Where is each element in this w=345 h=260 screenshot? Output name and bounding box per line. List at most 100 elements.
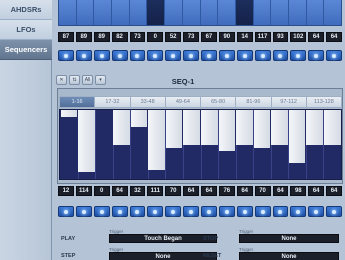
tab-range-49-64[interactable]: 49-64 — [165, 96, 201, 108]
step-bar[interactable] — [288, 110, 306, 164]
step-toggle-button[interactable] — [272, 206, 289, 217]
envelope-cell[interactable] — [94, 0, 113, 25]
step-toggle-button[interactable] — [129, 50, 146, 61]
reset-trigger-select[interactable]: None — [239, 252, 339, 260]
envelope-cell[interactable] — [147, 0, 166, 25]
step-toggle-button[interactable] — [308, 50, 325, 61]
step-toggle-button[interactable] — [326, 206, 342, 217]
step-toggle-button[interactable] — [218, 206, 235, 217]
stop-trigger-select[interactable]: None — [239, 234, 339, 243]
envelope-value: 87 — [58, 32, 74, 42]
step-toggle-button[interactable] — [58, 206, 74, 217]
step-value: 32 — [129, 186, 146, 196]
envelope-cell[interactable] — [218, 0, 236, 25]
step-bar[interactable] — [201, 110, 218, 145]
envelope-value: 64 — [308, 32, 325, 42]
envelope-cell[interactable] — [306, 0, 325, 25]
step-toggle-button[interactable] — [129, 206, 146, 217]
envelope-step-buttons — [58, 50, 342, 61]
step-toggle-button[interactable] — [58, 50, 74, 61]
step-toggle-button[interactable] — [111, 50, 128, 61]
tab-range-65-80[interactable]: 65-80 — [201, 96, 237, 108]
envelope-cell[interactable] — [76, 0, 95, 25]
tab-range-33-48[interactable]: 33-48 — [130, 96, 166, 108]
step-grid[interactable] — [59, 109, 342, 180]
step-toggle-button[interactable] — [254, 50, 271, 61]
tab-range-17-32[interactable]: 17-32 — [95, 96, 131, 108]
envelope-value-row: 87 89 89 82 73 0 52 73 67 90 14 117 93 102 64 64 — [58, 32, 342, 42]
step-toggle-button[interactable] — [111, 206, 128, 217]
envelope-cell[interactable] — [200, 0, 219, 25]
step-bar[interactable] — [60, 110, 78, 117]
step-toggle-button[interactable] — [308, 206, 325, 217]
envelope-cell[interactable] — [112, 0, 130, 25]
step-toggle-button[interactable] — [183, 50, 199, 61]
step-toggle-button[interactable] — [147, 50, 164, 61]
sidebar-item-lfos[interactable]: LFOs — [0, 20, 52, 40]
envelope-strip[interactable] — [58, 0, 342, 26]
step-bar[interactable] — [165, 110, 183, 149]
step-bar[interactable] — [323, 110, 341, 145]
envelope-cell[interactable] — [129, 0, 148, 25]
step-toggle-button[interactable] — [165, 50, 182, 61]
step-toggle-button[interactable] — [290, 50, 307, 61]
step-value: 64 — [183, 186, 199, 196]
step-toggle-button[interactable] — [93, 206, 110, 217]
sidebar-item-sequencers[interactable]: Sequencers — [0, 40, 52, 60]
step-toggle-button[interactable] — [290, 206, 307, 217]
envelope-value: 0 — [147, 32, 164, 42]
step-bar[interactable] — [148, 110, 165, 171]
tab-range-1-16[interactable]: 1-16 — [59, 96, 96, 108]
tab-range-113-128[interactable]: 113-128 — [306, 96, 342, 108]
envelope-cell[interactable] — [253, 0, 272, 25]
step-toggle-button[interactable] — [75, 50, 92, 61]
step-trigger-select[interactable]: None — [109, 252, 217, 260]
envelope-cell[interactable] — [182, 0, 201, 25]
step-value: 64 — [236, 186, 253, 196]
dropdown-icon[interactable]: ▾ — [95, 75, 106, 85]
step-toggle-button[interactable] — [236, 206, 253, 217]
step-toggle-button[interactable] — [236, 50, 253, 61]
step-toggle-button[interactable] — [93, 50, 110, 61]
step-toggle-button[interactable] — [201, 206, 217, 217]
step-bar[interactable] — [113, 110, 130, 145]
envelope-value: 52 — [165, 32, 182, 42]
all-button[interactable]: All — [82, 75, 93, 85]
play-trigger-select[interactable]: Touch Began — [109, 234, 217, 243]
tab-range-97-112[interactable]: 97-112 — [271, 96, 307, 108]
step-value: 114 — [75, 186, 92, 196]
step-toggle-button[interactable] — [165, 206, 182, 217]
envelope-cell[interactable] — [288, 0, 307, 25]
step-bar[interactable] — [130, 110, 148, 128]
envelope-cell[interactable] — [324, 0, 341, 25]
step-toggle-button[interactable] — [147, 206, 164, 217]
step-toggle-button[interactable] — [75, 206, 92, 217]
step-value: 64 — [272, 186, 289, 196]
step-value: 12 — [58, 186, 74, 196]
step-toggle-button[interactable] — [326, 50, 342, 61]
step-bar[interactable] — [218, 110, 236, 152]
arrows-icon[interactable]: ⇅ — [69, 75, 80, 85]
envelope-cell[interactable] — [271, 0, 289, 25]
step-value: 64 — [308, 186, 325, 196]
step-toggle-button[interactable] — [254, 206, 271, 217]
step-bar[interactable] — [271, 110, 288, 145]
range-tabs: 1-16 17-32 33-48 49-64 65-80 81-96 97-112 113-1… — [59, 96, 342, 108]
envelope-cell[interactable] — [59, 0, 77, 25]
step-bar[interactable] — [236, 110, 253, 145]
step-value: 64 — [201, 186, 217, 196]
envelope-cell[interactable] — [165, 0, 183, 25]
envelope-value: 117 — [254, 32, 271, 42]
step-bar[interactable] — [183, 110, 200, 145]
envelope-cell[interactable] — [235, 0, 254, 25]
sidebar-item-ahdsrs[interactable]: AHDSRs — [0, 0, 52, 20]
step-toggle-button[interactable] — [218, 50, 235, 61]
step-toggle-button[interactable] — [272, 50, 289, 61]
step-toggle-button[interactable] — [201, 50, 217, 61]
tab-range-81-96[interactable]: 81-96 — [236, 96, 272, 108]
step-bar[interactable] — [306, 110, 323, 145]
step-bar[interactable] — [253, 110, 271, 149]
step-bar[interactable] — [78, 110, 95, 172]
close-icon[interactable]: ✕ — [56, 75, 67, 85]
step-toggle-button[interactable] — [183, 206, 199, 217]
